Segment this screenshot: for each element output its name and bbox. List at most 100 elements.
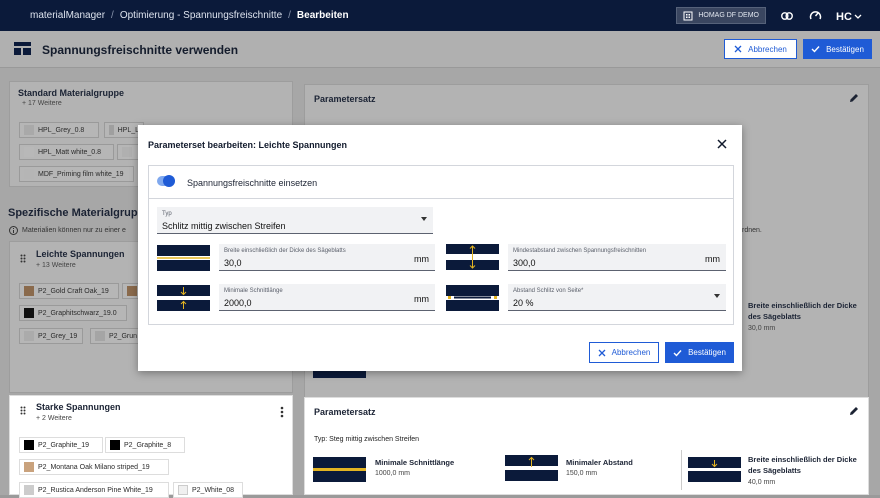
- material-chip[interactable]: P2_Grun: [90, 328, 144, 344]
- param-width-label: Breite einschließlich der Dicke des Säge…: [748, 301, 857, 321]
- divider: [681, 450, 682, 490]
- chevron-down-icon: [421, 217, 427, 221]
- material-chip[interactable]: MDF_Priming film white_19: [19, 166, 134, 182]
- param-value: 1000,0 mm: [375, 470, 411, 477]
- drag-handle-icon[interactable]: [20, 254, 26, 263]
- standard-group-title: Standard Materialgruppe: [18, 88, 125, 98]
- check-icon: [811, 46, 820, 53]
- param-value: 150,0 mm: [566, 470, 598, 477]
- param-label: Minimaler Abstand: [566, 458, 633, 467]
- material-chip[interactable]: P2_Graphitschwarz_19.0: [19, 305, 127, 321]
- parameter-title: Parametersatz: [314, 94, 376, 104]
- param-type: Typ: Steg mittig zwischen Streifen: [314, 436, 420, 443]
- dialog-panel: Spannungsfreischnitte einsetzen Typ Schl…: [148, 165, 734, 325]
- close-icon: [734, 45, 742, 53]
- drag-handle-icon[interactable]: [20, 406, 26, 415]
- param-label: Minimale Schnittlänge: [375, 458, 455, 467]
- distance-field-value: 300,0: [513, 258, 536, 268]
- breadcrumb-current: Bearbeiten: [296, 10, 349, 21]
- breadcrumb-materialmanager[interactable]: materialManager: [30, 10, 105, 21]
- specific-section-title: Spezifische Materialgrup: [8, 207, 138, 219]
- confirm-label: Bestätigen: [826, 44, 864, 54]
- distance-field-label: Mindestabstand zwischen Spannungsfreisch…: [513, 248, 647, 254]
- chevron-down-icon: [714, 294, 720, 298]
- parameter-title: Parametersatz: [314, 407, 376, 417]
- material-chip[interactable]: P2_Grey_19: [19, 328, 83, 344]
- gauge-icon[interactable]: [808, 9, 822, 23]
- divider: [149, 198, 733, 199]
- param-illustration: [688, 457, 741, 482]
- breadcrumb-separator: /: [288, 10, 291, 21]
- width-field-label: Breite einschließlich der Dicke des Säge…: [224, 248, 346, 254]
- edit-icon[interactable]: [849, 406, 859, 416]
- material-chip[interactable]: HPL_Grey_0.8: [19, 122, 99, 138]
- link-icon[interactable]: [780, 9, 794, 23]
- dialog-cancel-label: Abbrechen: [611, 348, 651, 357]
- breadcrumb-optimierung[interactable]: Optimierung - Spannungsfreischnitte: [120, 10, 282, 21]
- top-bar: materialManager / Optimierung - Spannung…: [0, 0, 880, 31]
- specific-info: Materialien können nur zu einer e: [9, 226, 126, 235]
- check-icon: [673, 349, 682, 357]
- material-chip[interactable]: HPL_Matt white_0.8: [19, 144, 114, 160]
- material-chip[interactable]: P2_White_08: [173, 482, 243, 498]
- slot-offset-illustration: [446, 285, 499, 311]
- material-chip[interactable]: P2_Montana Oak Milano striped_19: [19, 459, 169, 475]
- workspace-switcher[interactable]: HOMAG DF DEMO: [676, 7, 766, 24]
- slot-offset-label: Abstand Schlitz von Seite*: [513, 288, 584, 294]
- dialog-cancel-button[interactable]: Abbrechen: [589, 342, 659, 363]
- cancel-button[interactable]: Abbrechen: [724, 39, 797, 59]
- building-icon: [683, 11, 693, 20]
- dialog-confirm-label: Bestätigen: [688, 348, 726, 357]
- slot-offset-select[interactable]: Abstand Schlitz von Seite* 20 %: [508, 284, 726, 311]
- material-chip[interactable]: P2_Gold Craft Oak_19: [19, 283, 119, 299]
- width-field-unit: mm: [414, 254, 429, 264]
- close-icon[interactable]: [715, 137, 729, 151]
- distance-field-unit: mm: [705, 254, 720, 264]
- distance-illustration: [446, 244, 499, 270]
- material-chip[interactable]: P2_Graphite_19: [19, 437, 103, 453]
- material-chip[interactable]: P2_Graphite_8: [105, 437, 185, 453]
- leichte-more: + 13 Weitere: [36, 262, 76, 269]
- material-chip[interactable]: P2_Rustica Anderson Pine White_19: [19, 482, 169, 498]
- type-select-value: Schlitz mittig zwischen Streifen: [162, 221, 286, 231]
- param-illustration: [505, 455, 558, 481]
- min-length-value: 2000,0: [224, 298, 252, 308]
- param-illustration: [313, 457, 366, 482]
- starke-more: + 2 Weitere: [36, 415, 72, 422]
- svg-text:HC: HC: [836, 11, 852, 22]
- width-field-value: 30,0: [224, 258, 242, 268]
- min-length-label: Minimale Schnittlänge: [224, 288, 283, 294]
- starke-group-card: Starke Spannungen + 2 Weitere P2_Graphit…: [9, 395, 293, 498]
- starke-title: Starke Spannungen: [36, 402, 121, 412]
- enable-toggle-label: Spannungsfreischnitte einsetzen: [187, 178, 318, 188]
- min-length-unit: mm: [414, 294, 429, 304]
- dialog-title: Parameterset bearbeiten: Leichte Spannun…: [148, 140, 348, 150]
- more-vert-icon[interactable]: [280, 406, 284, 418]
- close-icon: [598, 349, 606, 356]
- edit-icon[interactable]: [849, 93, 859, 103]
- length-illustration: [157, 285, 210, 311]
- param-label: Breite einschließlich der Dicke des Säge…: [748, 455, 857, 475]
- type-select-label: Typ: [162, 211, 172, 217]
- page-title: Spannungsfreischnitte verwenden: [42, 43, 239, 57]
- page-header: Spannungsfreischnitte verwenden Abbreche…: [0, 31, 880, 68]
- layout-icon: [14, 42, 31, 55]
- dialog-confirm-button[interactable]: Bestätigen: [665, 342, 734, 363]
- type-select[interactable]: Typ Schlitz mittig zwischen Streifen: [157, 207, 433, 234]
- parameter-card-bottom: Parametersatz Typ: Steg mittig zwischen …: [304, 397, 869, 495]
- info-icon: [9, 226, 18, 235]
- cancel-label: Abbrechen: [748, 44, 787, 54]
- workspace-name: HOMAG DF DEMO: [698, 12, 759, 19]
- param-value: 40,0 mm: [748, 479, 776, 486]
- distance-field[interactable]: Mindestabstand zwischen Spannungsfreisch…: [508, 244, 726, 271]
- edit-parameterset-dialog: Parameterset bearbeiten: Leichte Spannun…: [138, 125, 742, 371]
- confirm-button[interactable]: Bestätigen: [803, 39, 872, 59]
- slot-offset-value: 20 %: [513, 298, 534, 308]
- min-length-field[interactable]: Minimale Schnittlänge 2000,0 mm: [219, 284, 435, 311]
- breadcrumb-separator: /: [111, 10, 114, 21]
- enable-toggle[interactable]: [157, 175, 175, 187]
- width-field[interactable]: Breite einschließlich der Dicke des Säge…: [219, 244, 435, 271]
- specific-info-tail: rdnen.: [742, 227, 762, 234]
- homag-logo-icon[interactable]: HC: [836, 9, 862, 23]
- width-illustration: [157, 245, 210, 271]
